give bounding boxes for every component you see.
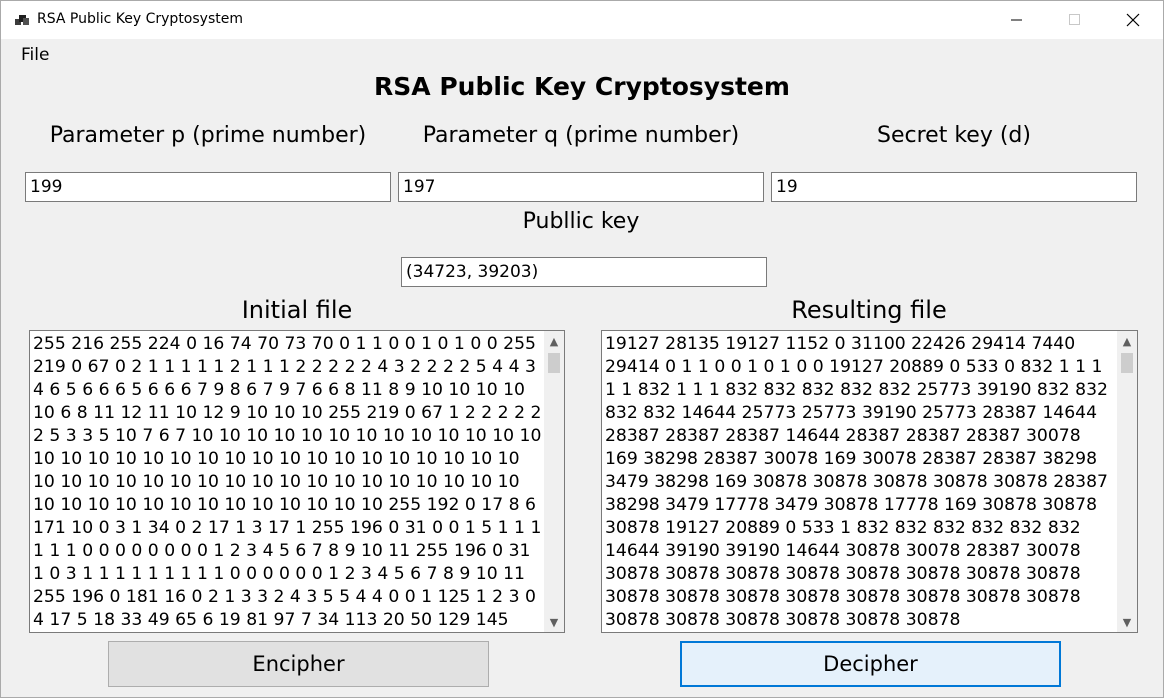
param-q-input[interactable]: 197 [398,172,764,202]
initial-file-content: 255 216 255 224 0 16 74 70 73 70 0 1 1 0… [33,334,542,630]
scroll-down-icon[interactable]: ▼ [1117,612,1137,632]
initial-file-textarea[interactable]: 255 216 255 224 0 16 74 70 73 70 0 1 1 0… [29,330,565,633]
param-q-label: Parameter q (prime number) [422,123,740,148]
secret-key-label: Secret key (d) [877,123,1031,148]
param-p-label: Parameter p (prime number) [49,123,367,148]
scroll-up-icon[interactable]: ▲ [1117,331,1137,351]
resulting-file-label: Resulting file [791,296,947,324]
scroll-thumb[interactable] [548,353,560,373]
param-p-input[interactable]: 199 [25,172,391,202]
window-title: RSA Public Key Cryptosystem [37,11,243,27]
encipher-button[interactable]: Encipher [108,641,489,687]
close-icon [1126,13,1140,27]
public-key-field[interactable]: (34723, 39203) [401,257,767,287]
title-bar[interactable]: RSA Public Key Cryptosystem [1,1,1163,39]
minimize-icon [1011,19,1022,21]
maximize-icon [1069,14,1080,25]
app-icon [15,15,29,25]
public-key-label: Publlic key [522,209,640,234]
decipher-button[interactable]: Decipher [680,641,1061,687]
close-button[interactable] [1104,1,1162,39]
app-window: RSA Public Key Cryptosystem File RSA Pub… [0,0,1164,698]
secret-key-input[interactable]: 19 [771,172,1137,202]
initial-file-label: Initial file [241,296,353,324]
scroll-up-icon[interactable]: ▲ [544,331,564,351]
menu-file[interactable]: File [21,45,49,65]
maximize-button[interactable] [1046,1,1104,39]
minimize-button[interactable] [988,1,1046,39]
resulting-file-textarea[interactable]: 19127 28135 19127 1152 0 31100 22426 294… [601,330,1138,633]
resulting-file-content: 19127 28135 19127 1152 0 31100 22426 294… [605,334,1114,630]
page-title: RSA Public Key Cryptosystem [374,72,790,101]
initial-file-scrollbar[interactable]: ▲ ▼ [544,331,564,632]
menu-bar: File [1,39,1163,71]
resulting-file-scrollbar[interactable]: ▲ ▼ [1117,331,1137,632]
scroll-down-icon[interactable]: ▼ [544,612,564,632]
scroll-thumb[interactable] [1121,353,1133,373]
